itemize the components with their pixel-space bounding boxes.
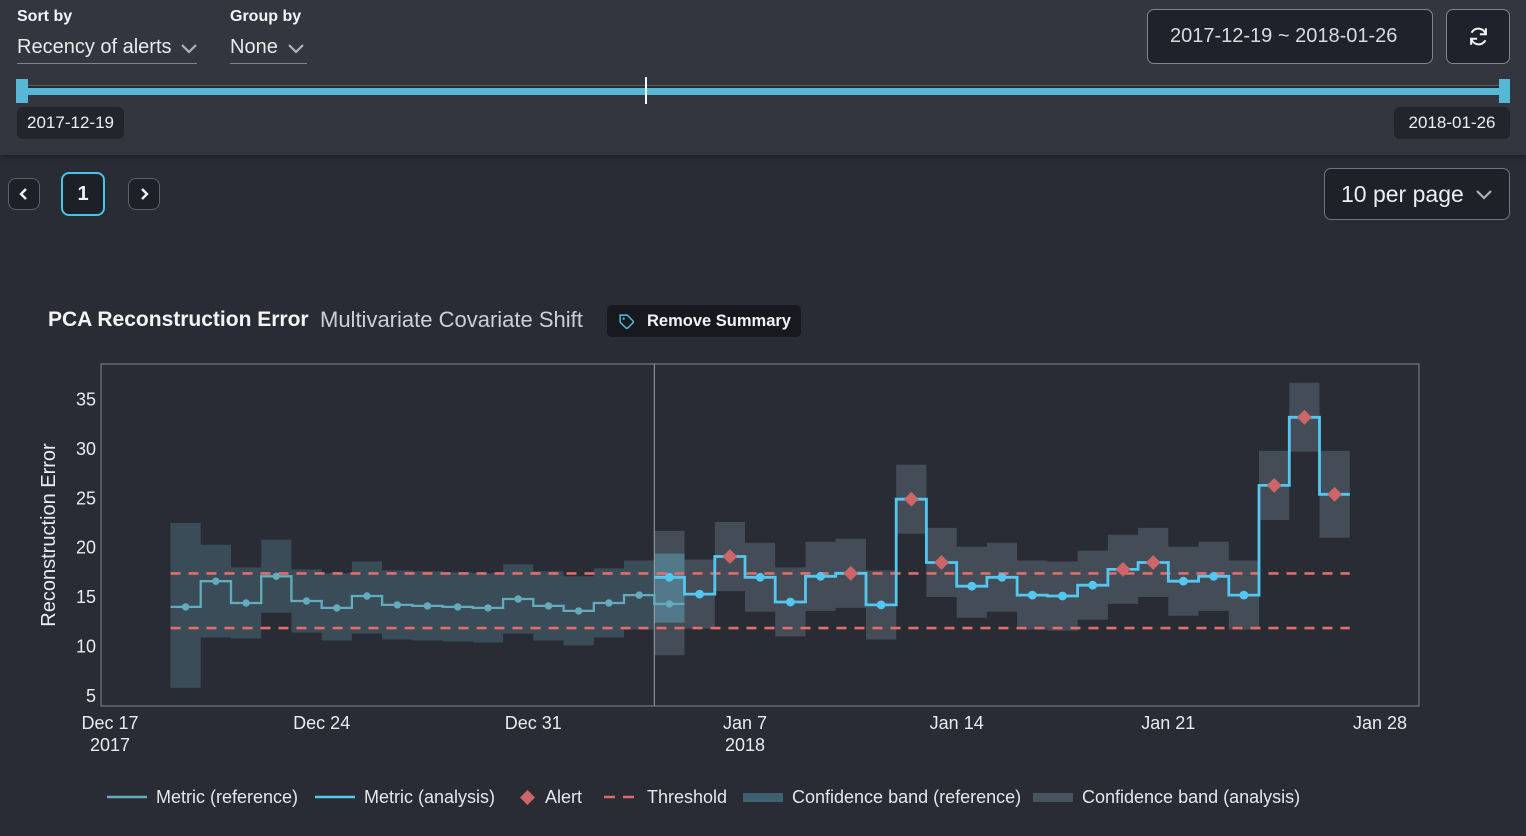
svg-text:2018: 2018 [725,735,765,755]
svg-text:Dec 17: Dec 17 [81,713,138,733]
svg-text:5: 5 [86,686,96,706]
svg-text:10: 10 [76,636,96,656]
svg-text:15: 15 [76,587,96,607]
svg-text:Jan 21: Jan 21 [1141,713,1195,733]
svg-text:Jan 28: Jan 28 [1353,713,1407,733]
svg-text:35: 35 [76,390,96,410]
svg-text:Reconstruction Error: Reconstruction Error [38,443,60,627]
svg-text:30: 30 [76,439,96,459]
svg-text:20: 20 [76,538,96,558]
svg-text:Dec 31: Dec 31 [505,713,562,733]
svg-text:Jan 14: Jan 14 [930,713,984,733]
svg-text:Jan 7: Jan 7 [723,713,767,733]
svg-text:Dec 24: Dec 24 [293,713,350,733]
svg-text:2017: 2017 [90,735,130,755]
svg-text:25: 25 [76,488,96,508]
